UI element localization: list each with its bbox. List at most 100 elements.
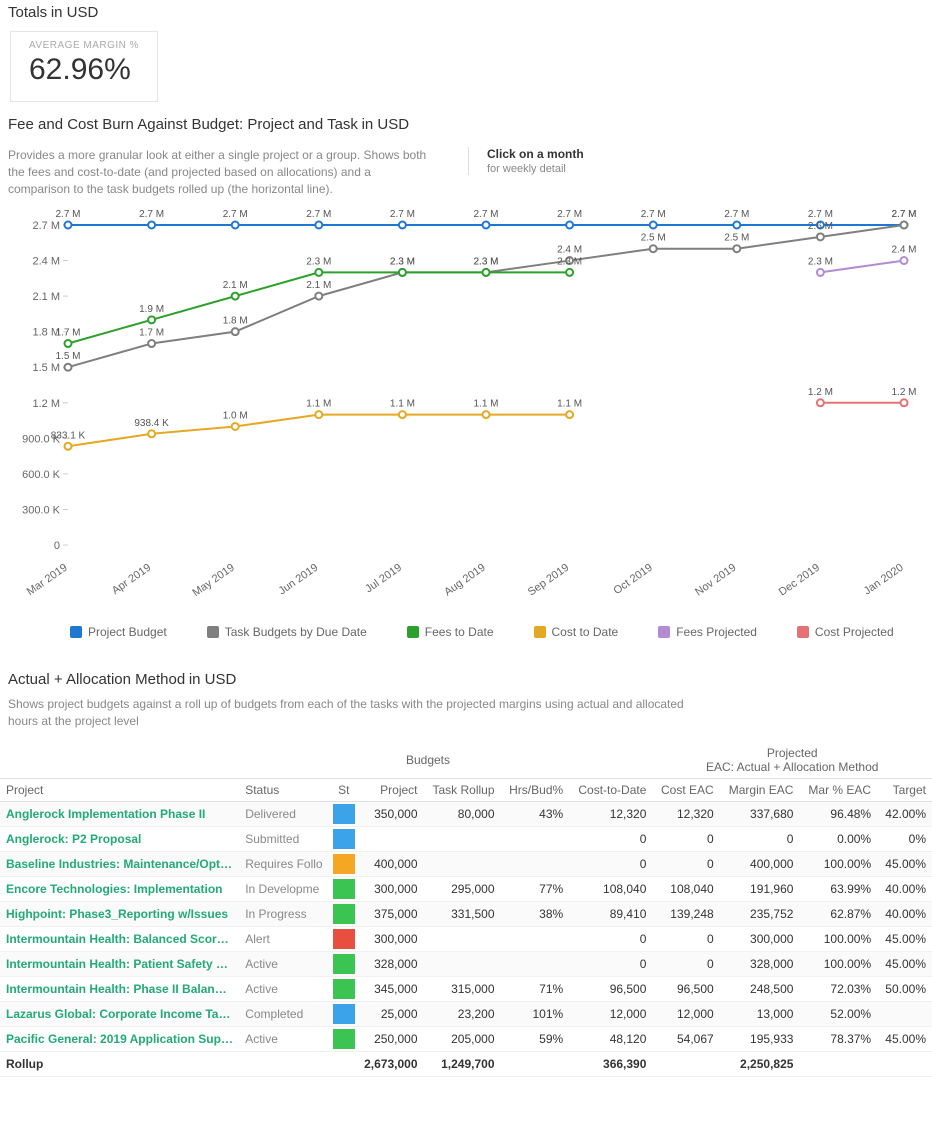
cell-project[interactable]: Anglerock Implementation Phase II: [0, 801, 239, 826]
svg-text:1.2 M: 1.2 M: [891, 387, 916, 398]
svg-text:833.1 K: 833.1 K: [51, 431, 86, 442]
legend-item[interactable]: Project Budget: [70, 625, 167, 639]
svg-text:Apr 2019: Apr 2019: [110, 562, 153, 597]
cell-mar_pct: 72.03%: [799, 976, 877, 1001]
cell-project[interactable]: Lazarus Global: Corporate Income Tax Mel…: [0, 1001, 239, 1026]
column-header[interactable]: St: [332, 778, 355, 801]
cell-margin_eac: 191,960: [720, 876, 800, 901]
cell-cost_to_date: 0: [569, 951, 652, 976]
legend-item[interactable]: Fees Projected: [658, 625, 757, 639]
table-row[interactable]: Intermountain Health: Balanced Scorecard…: [0, 926, 932, 951]
legend-label: Fees Projected: [676, 625, 757, 639]
cell-margin_eac: 0: [720, 826, 800, 851]
cell-cost_eac: 54,067: [652, 1026, 719, 1051]
cell-margin_eac: 328,000: [720, 951, 800, 976]
legend-label: Cost Projected: [815, 625, 894, 639]
table-row[interactable]: Intermountain Health: Patient Safety and…: [0, 951, 932, 976]
cell-task_rollup: [424, 826, 501, 851]
cell-cost_to_date: 0: [569, 926, 652, 951]
burn-chart[interactable]: 0300.0 K600.0 K900.0 K1.2 M1.5 M1.8 M2.1…: [8, 205, 924, 605]
cell-cost_to_date: 12,000: [569, 1001, 652, 1026]
svg-text:Oct 2019: Oct 2019: [611, 562, 654, 597]
svg-text:938.4 K: 938.4 K: [134, 418, 169, 429]
rollup-mar_pct: [799, 1051, 877, 1076]
table-row[interactable]: Lazarus Global: Corporate Income Tax Mel…: [0, 1001, 932, 1026]
column-header[interactable]: Margin EAC: [720, 778, 800, 801]
svg-text:2.7 M: 2.7 M: [641, 209, 666, 220]
table-row[interactable]: Anglerock: P2 ProposalSubmitted0000.00%0…: [0, 826, 932, 851]
table-row[interactable]: Pacific General: 2019 Application Suppor…: [0, 1026, 932, 1051]
cell-project[interactable]: Intermountain Health: Patient Safety and…: [0, 951, 239, 976]
cell-project[interactable]: Encore Technologies: Implementation: [0, 876, 239, 901]
svg-text:Sep 2019: Sep 2019: [526, 562, 571, 599]
cell-project[interactable]: Baseline Industries: Maintenance/Optimiz…: [0, 851, 239, 876]
legend-item[interactable]: Fees to Date: [407, 625, 494, 639]
svg-text:2.1 M: 2.1 M: [32, 292, 60, 304]
cell-project[interactable]: Intermountain Health: Phase II Balanced …: [0, 976, 239, 1001]
cell-hrs_bud: [501, 851, 570, 876]
table-row[interactable]: Encore Technologies: ImplementationIn De…: [0, 876, 932, 901]
cell-st: [332, 951, 355, 976]
rollup-margin_eac: 2,250,825: [720, 1051, 800, 1076]
totals-title: Totals: [8, 4, 47, 21]
cell-mar_pct: 62.87%: [799, 901, 877, 926]
col-group-eac: Projected EAC: Actual + Allocation Metho…: [652, 742, 932, 779]
cell-st: [332, 876, 355, 901]
svg-text:1.8 M: 1.8 M: [223, 316, 248, 327]
table-row[interactable]: Anglerock Implementation Phase IIDeliver…: [0, 801, 932, 826]
column-header[interactable]: Hrs/Bud%: [501, 778, 570, 801]
cell-budget_project: [356, 826, 424, 851]
cell-cost_eac: 0: [652, 826, 719, 851]
cell-status: Active: [239, 976, 332, 1001]
svg-text:1.1 M: 1.1 M: [473, 399, 498, 410]
cell-budget_project: 350,000: [356, 801, 424, 826]
svg-text:Nov 2019: Nov 2019: [693, 562, 738, 599]
alloc-title: Actual + Allocation Method: [8, 671, 185, 688]
svg-text:2.4 M: 2.4 M: [891, 245, 916, 256]
svg-text:1.5 M: 1.5 M: [32, 363, 60, 375]
cell-st: [332, 826, 355, 851]
avg-margin-label: AVERAGE MARGIN %: [29, 40, 139, 51]
column-header[interactable]: Cost EAC: [652, 778, 719, 801]
legend-swatch: [797, 626, 809, 638]
cell-project[interactable]: Intermountain Health: Balanced Scorecard…: [0, 926, 239, 951]
column-header[interactable]: Cost-to-Date: [569, 778, 652, 801]
legend-item[interactable]: Cost to Date: [534, 625, 619, 639]
column-header[interactable]: Status: [239, 778, 332, 801]
column-header[interactable]: Target: [877, 778, 932, 801]
column-header[interactable]: Project: [0, 778, 239, 801]
legend-swatch: [658, 626, 670, 638]
legend-item[interactable]: Cost Projected: [797, 625, 894, 639]
cell-task_rollup: [424, 951, 501, 976]
cell-cost_to_date: 0: [569, 826, 652, 851]
cell-project[interactable]: Pacific General: 2019 Application Suppor…: [0, 1026, 239, 1051]
column-header[interactable]: Task Rollup: [424, 778, 501, 801]
column-header[interactable]: Mar % EAC: [799, 778, 877, 801]
legend-label: Cost to Date: [552, 625, 619, 639]
legend-item[interactable]: Task Budgets by Due Date: [207, 625, 367, 639]
cell-target: [877, 1001, 932, 1026]
cell-margin_eac: 13,000: [720, 1001, 800, 1026]
cell-cost_to_date: 48,120: [569, 1026, 652, 1051]
cell-st: [332, 901, 355, 926]
cell-status: In Progress: [239, 901, 332, 926]
cell-mar_pct: 100.00%: [799, 926, 877, 951]
table-row[interactable]: Baseline Industries: Maintenance/Optimiz…: [0, 851, 932, 876]
cell-cost_to_date: 96,500: [569, 976, 652, 1001]
cell-project[interactable]: Highpoint: Phase3_Reporting w/Issues: [0, 901, 239, 926]
cell-status: Submitted: [239, 826, 332, 851]
column-header[interactable]: Project: [356, 778, 424, 801]
totals-unit: in USD: [51, 4, 99, 21]
cell-margin_eac: 195,933: [720, 1026, 800, 1051]
alloc-unit: in USD: [189, 671, 237, 688]
table-row[interactable]: Highpoint: Phase3_Reporting w/IssuesIn P…: [0, 901, 932, 926]
rollup-budget_project: 2,673,000: [356, 1051, 424, 1076]
table-row[interactable]: Intermountain Health: Phase II Balanced …: [0, 976, 932, 1001]
cell-task_rollup: 205,000: [424, 1026, 501, 1051]
cell-mar_pct: 78.37%: [799, 1026, 877, 1051]
rollup-cost_eac: [652, 1051, 719, 1076]
svg-text:2.7 M: 2.7 M: [223, 209, 248, 220]
cell-project[interactable]: Anglerock: P2 Proposal: [0, 826, 239, 851]
svg-text:2.7 M: 2.7 M: [557, 209, 582, 220]
burn-unit: in USD: [362, 116, 410, 133]
